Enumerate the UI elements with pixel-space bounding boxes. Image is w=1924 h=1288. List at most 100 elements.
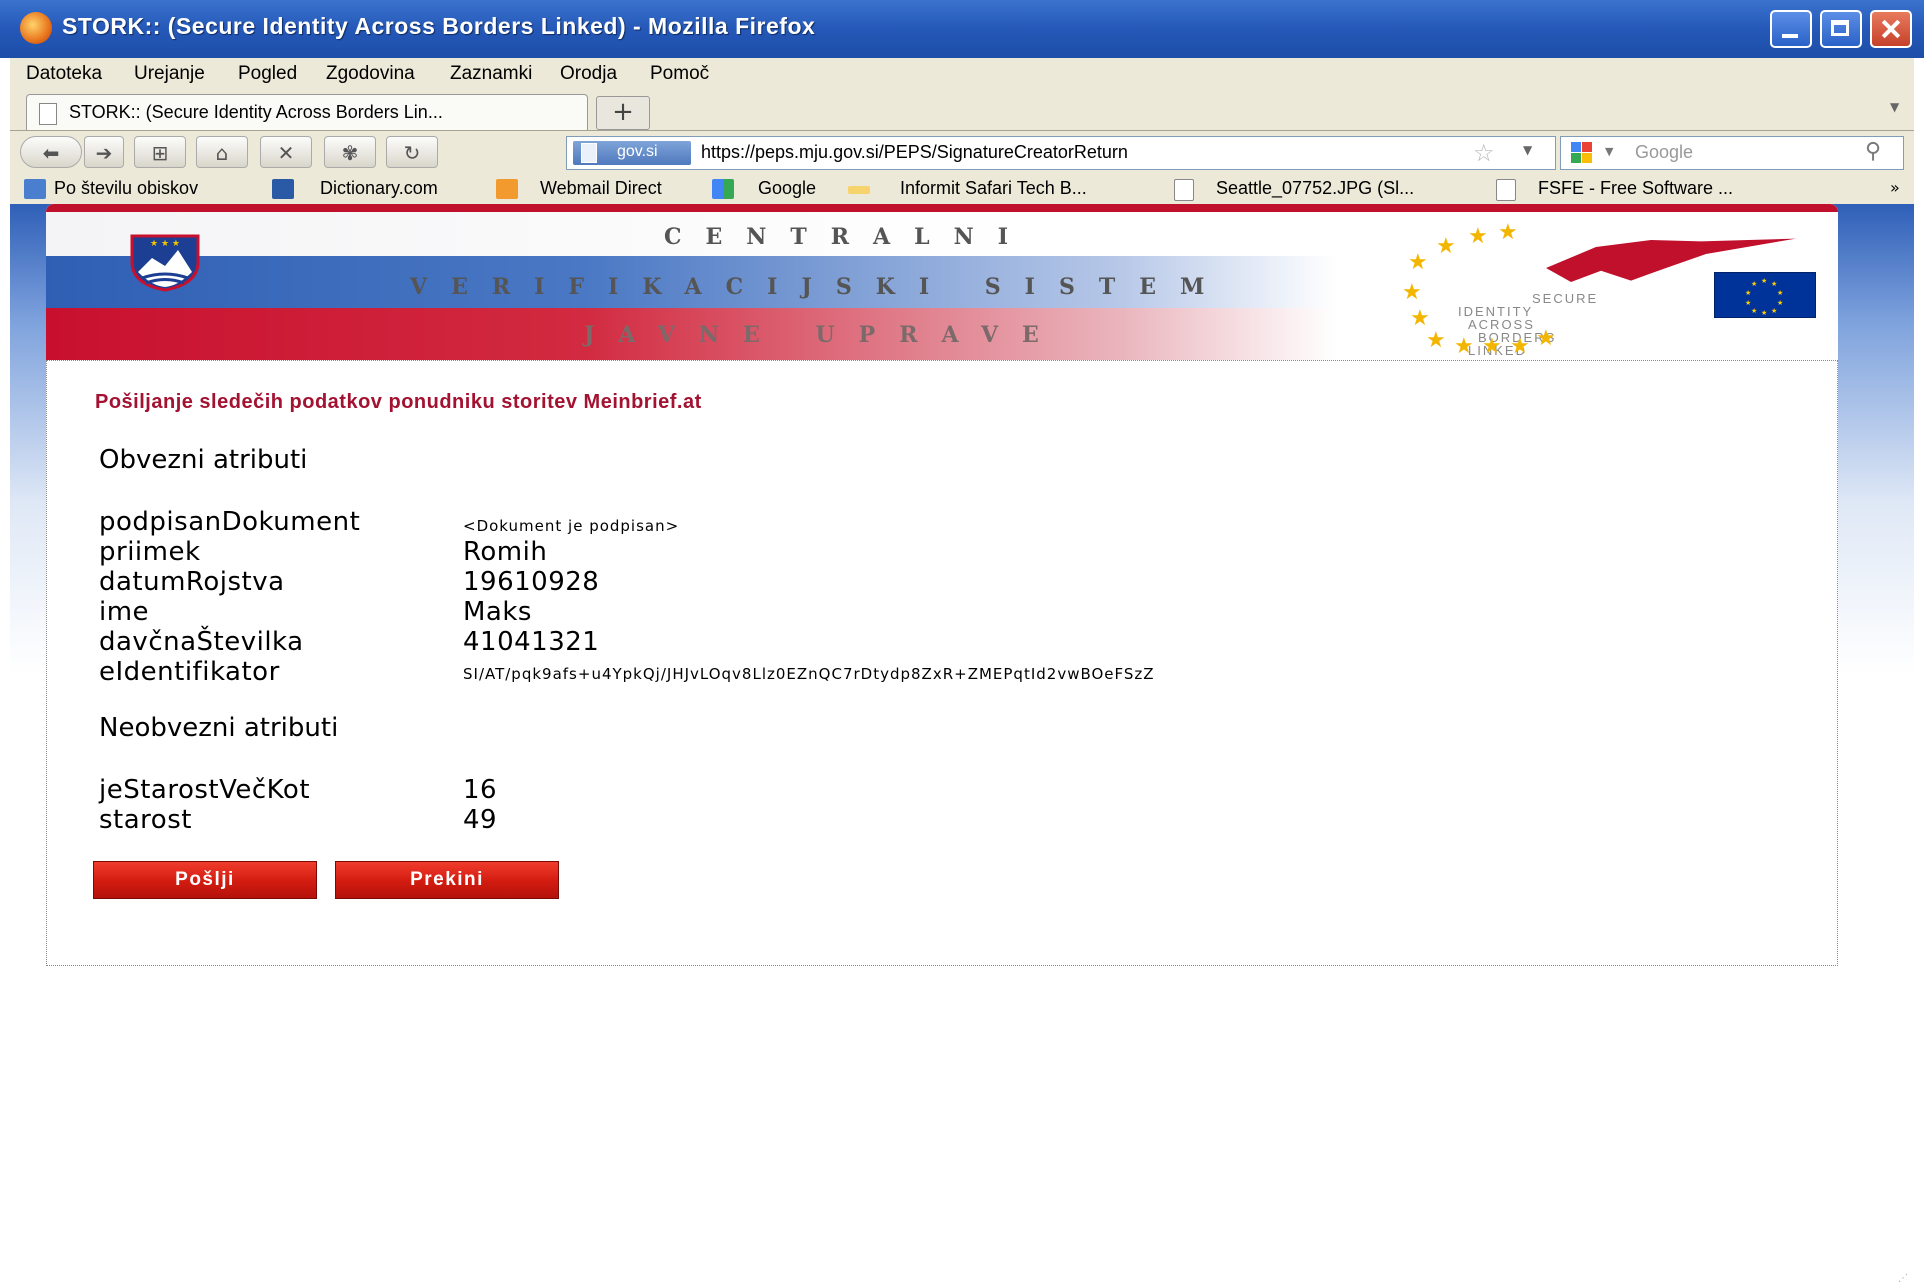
- star-icon: ★: [1510, 334, 1530, 359]
- tab-strip: STORK:: (Secure Identity Across Borders …: [10, 90, 1914, 131]
- svg-text:★ ★ ★: ★ ★ ★: [150, 239, 180, 249]
- url-text[interactable]: https://peps.mju.gov.si/PEPS/SignatureCr…: [701, 142, 1128, 163]
- forward-button[interactable]: ➔: [84, 136, 124, 168]
- title-bar: STORK:: (Secure Identity Across Borders …: [0, 0, 1924, 58]
- cancel-button[interactable]: Prekini: [335, 861, 559, 899]
- bookmark-informit[interactable]: Informit Safari Tech B...: [900, 178, 1087, 199]
- bookmark-dictionary[interactable]: Dictionary.com: [320, 178, 438, 199]
- attr-value: Romih: [463, 537, 548, 567]
- page-icon: [39, 103, 57, 125]
- attr-name: davčnaŠtevilka: [99, 627, 304, 657]
- stork-logo: SECURE IDENTITY ACROSS BORDERS LINKED ★ …: [1402, 220, 1796, 359]
- bookmark-seattle[interactable]: Seattle_07752.JPG (Sl...: [1216, 178, 1414, 199]
- star-icon: ★: [1408, 250, 1428, 275]
- page-icon: [1496, 179, 1516, 201]
- attr-value: 41041321: [463, 627, 600, 657]
- bookmarks-overflow-chevron-icon[interactable]: »: [1890, 178, 1900, 197]
- stop-icon: ✕: [277, 141, 295, 165]
- attr-value: <Dokument je podpisan>: [463, 517, 680, 535]
- address-bar[interactable]: gov.si https://peps.mju.gov.si/PEPS/Sign…: [566, 136, 1556, 170]
- minimize-button[interactable]: [1770, 10, 1812, 48]
- attr-value: Maks: [463, 597, 532, 627]
- attr-name: jeStarostVečKot: [99, 775, 311, 805]
- notice-text: Pošiljanje sledečih podatkov ponudniku s…: [95, 391, 702, 413]
- attr-value: 16: [463, 775, 498, 805]
- search-icon[interactable]: ⚲: [1865, 139, 1881, 164]
- attr-value: 19610928: [463, 567, 600, 597]
- star-icon: ★: [1498, 220, 1518, 245]
- attr-name: priimek: [99, 537, 201, 567]
- search-bar[interactable]: ▼ Google ⚲: [1560, 136, 1904, 170]
- bookmark-fsfe[interactable]: FSFE - Free Software ...: [1538, 178, 1733, 199]
- attr-name: eIdentifikator: [99, 657, 280, 687]
- attr-name: datumRojstva: [99, 567, 285, 597]
- add-icon: ⊞: [151, 141, 169, 165]
- tab-label: STORK:: (Secure Identity Across Borders …: [69, 102, 443, 122]
- forward-arrow-icon: ➔: [95, 141, 113, 165]
- menu-pogled[interactable]: Pogled: [238, 63, 297, 85]
- send-button[interactable]: Pošlji: [93, 861, 317, 899]
- star-icon: ★: [1482, 334, 1502, 359]
- bookmark-webmail[interactable]: Webmail Direct: [540, 178, 662, 199]
- tab-stork[interactable]: STORK:: (Secure Identity Across Borders …: [26, 94, 588, 130]
- reload-icon: ↻: [403, 141, 421, 165]
- menu-datoteka[interactable]: Datoteka: [26, 63, 102, 85]
- search-input[interactable]: Google: [1635, 142, 1693, 163]
- most-visited-icon: [24, 179, 46, 199]
- star-icon: ★: [1468, 224, 1488, 249]
- new-tab-button[interactable]: +: [596, 96, 650, 130]
- attr-value: SI/AT/pqk9afs+u4YpkQj/JHJvLOqv8Llz0EZnQC…: [463, 665, 1155, 683]
- mandatory-heading: Obvezni atributi: [99, 445, 308, 475]
- reload-button[interactable]: ↻: [386, 136, 438, 168]
- menu-zgodovina[interactable]: Zgodovina: [326, 63, 415, 85]
- close-window-button[interactable]: [1870, 10, 1912, 48]
- page-viewport: ★ ★ ★ CENTRALNI VERIFIKACIJSKI SISTEM JA…: [10, 204, 1914, 1288]
- back-button[interactable]: ⬅: [20, 136, 82, 168]
- optional-heading: Neobvezni atributi: [99, 713, 339, 743]
- rss-icon: [848, 186, 870, 194]
- bookmarks-toolbar: Po številu obiskov Dictionary.com Webmai…: [10, 174, 1914, 204]
- back-arrow-icon: ⬅: [42, 141, 60, 165]
- menu-urejanje[interactable]: Urejanje: [134, 63, 205, 85]
- header-banner: ★ ★ ★ CENTRALNI VERIFIKACIJSKI SISTEM JA…: [46, 204, 1838, 360]
- tab-list-chevron-icon[interactable]: ▼: [1890, 100, 1899, 114]
- bookmark-google[interactable]: Google: [758, 178, 816, 199]
- content-panel: Pošiljanje sledečih podatkov ponudniku s…: [46, 360, 1838, 966]
- menu-pomoc[interactable]: Pomoč: [650, 63, 709, 85]
- google-icon[interactable]: [1571, 142, 1593, 164]
- star-icon: ★: [1402, 280, 1422, 305]
- home-button[interactable]: ⌂: [196, 136, 248, 168]
- attr-name: ime: [99, 597, 150, 627]
- star-icon: ★: [1426, 328, 1446, 353]
- bookmark-star-icon[interactable]: ☆: [1473, 139, 1495, 167]
- banner-line-1: CENTRALNI: [664, 224, 1032, 250]
- url-dropdown-chevron-icon[interactable]: ▼: [1523, 143, 1532, 157]
- browser-window: STORK:: (Secure Identity Across Borders …: [0, 0, 1924, 1288]
- attr-name: starost: [99, 805, 192, 835]
- new-window-button[interactable]: ⊞: [134, 136, 186, 168]
- star-icon: ★: [1454, 334, 1474, 359]
- search-engine-chevron-icon[interactable]: ▼: [1605, 145, 1613, 158]
- extension-button[interactable]: ✾: [324, 136, 376, 168]
- menu-bar: Datoteka Urejanje Pogled Zgodovina Zazna…: [10, 58, 1914, 90]
- star-icon: ★: [1536, 326, 1556, 351]
- star-icon: ★: [1436, 234, 1456, 259]
- maximize-button[interactable]: [1820, 10, 1862, 48]
- attr-name: podpisanDokument: [99, 507, 361, 537]
- menu-zaznamki[interactable]: Zaznamki: [450, 63, 532, 85]
- page-frame: ★ ★ ★ CENTRALNI VERIFIKACIJSKI SISTEM JA…: [46, 204, 1838, 966]
- menu-orodja[interactable]: Orodja: [560, 63, 617, 85]
- banner-line-3: JAVNE UPRAVE: [584, 322, 1063, 348]
- site-identity-badge[interactable]: gov.si: [573, 141, 691, 165]
- firefox-icon: [20, 12, 52, 44]
- site-identity-label: gov.si: [617, 143, 658, 160]
- home-icon: ⌂: [215, 141, 229, 165]
- bookmark-most-visited[interactable]: Po številu obiskov: [54, 178, 198, 199]
- slovenia-coat-of-arms-icon: ★ ★ ★: [130, 234, 200, 292]
- stop-button[interactable]: ✕: [260, 136, 312, 168]
- google-icon: [712, 179, 734, 199]
- mail-icon: [496, 179, 518, 199]
- browser-chrome: Datoteka Urejanje Pogled Zgodovina Zazna…: [10, 58, 1914, 204]
- navigation-toolbar: ⬅ ➔ ⊞ ⌂ ✕ ✾ ↻ gov.si https://peps.mju.go…: [10, 130, 1914, 174]
- resize-grip-icon[interactable]: ⋰: [1898, 1273, 1908, 1284]
